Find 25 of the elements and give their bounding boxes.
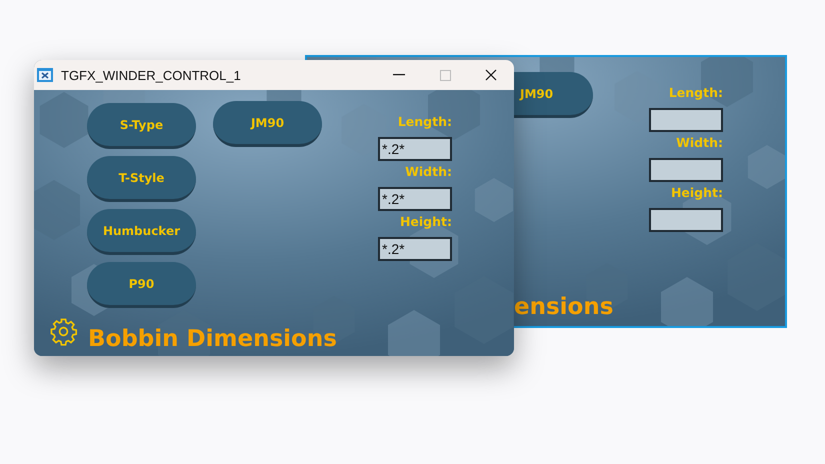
- settings-icon[interactable]: [49, 317, 78, 346]
- input-field[interactable]: [649, 108, 723, 132]
- input-field[interactable]: *.2*: [378, 237, 452, 261]
- pickup-button[interactable]: JM90: [213, 101, 322, 147]
- app-icon: [37, 68, 53, 82]
- field-label: Length:: [398, 115, 452, 129]
- field-label: Width:: [405, 165, 452, 179]
- field-label: Height:: [400, 215, 452, 229]
- pickup-button[interactable]: Humbucker: [87, 209, 196, 255]
- pickup-button[interactable]: P90: [87, 262, 196, 308]
- minimize-icon[interactable]: [393, 74, 405, 76]
- field-label: Height:: [670, 186, 723, 200]
- window-title: TGFX_WINDER_CONTROL_1: [61, 68, 242, 82]
- field-label: Width:: [676, 136, 723, 150]
- heading: Bobbin Dimensions: [88, 326, 337, 352]
- field-label: Length:: [668, 86, 723, 100]
- input-field[interactable]: *.2*: [378, 137, 452, 161]
- input-field[interactable]: [649, 158, 723, 182]
- close-icon[interactable]: [485, 69, 497, 81]
- pickup-button[interactable]: S-Type: [87, 103, 196, 149]
- pickup-button[interactable]: T-Style: [87, 156, 196, 202]
- input-field[interactable]: [649, 208, 723, 232]
- heading: ensions: [514, 294, 614, 320]
- pickup-button[interactable]: JM90: [514, 72, 593, 118]
- input-field[interactable]: *.2*: [378, 187, 452, 211]
